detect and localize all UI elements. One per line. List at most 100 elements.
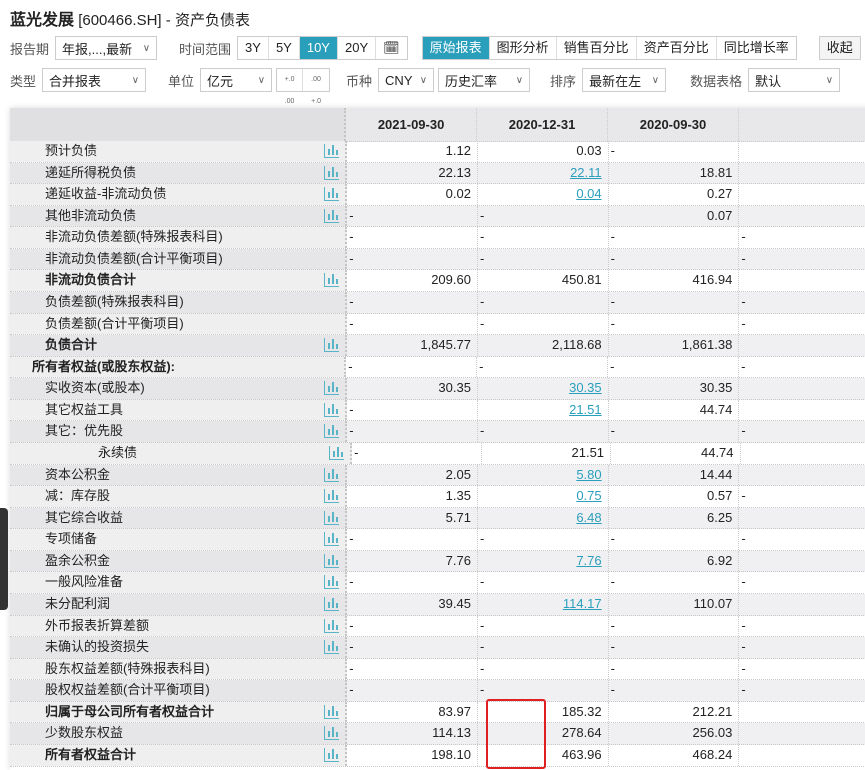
bar-chart-icon[interactable] [324,208,340,223]
rate-value: 历史汇率 [445,73,498,89]
bar-chart-icon[interactable] [324,747,340,762]
tab-sales-percent[interactable]: 销售百分比 [557,37,637,59]
bar-chart-icon[interactable] [329,445,345,460]
cell-value: - [354,444,359,460]
bar-chart-icon[interactable] [324,575,340,590]
bar-chart-icon[interactable] [324,467,340,482]
column-header[interactable]: 2020-09-30 [608,108,739,141]
value-cell: - [478,615,609,637]
cell-value: - [349,531,354,547]
tab-yoy-growth[interactable]: 同比增长率 [717,37,796,59]
bar-chart-icon[interactable] [324,402,340,417]
cell-value-link[interactable]: 114.17 [563,596,602,611]
cell-value-link[interactable]: 5.80 [576,467,601,482]
bar-chart-icon[interactable] [324,510,340,525]
value-cell: 0.57 [609,486,740,507]
cell-value-link[interactable]: 0.75 [576,488,601,503]
highlight-box [486,699,546,769]
cell-value-link[interactable]: 22.11 [570,165,602,180]
bar-chart-icon[interactable] [324,704,340,719]
increase-decimal-button[interactable]: +.0 .00 [277,69,304,105]
row-label: 非流动负债合计 [10,270,348,291]
row-label-text: 一般风险准备 [45,574,124,590]
bar-chart-icon[interactable] [324,381,340,396]
bar-chart-icon[interactable] [324,726,340,741]
row-label-text: 股权权益差额(合计平衡项目) [45,682,210,698]
table-row: 外币报表折算差额 - - - - [10,615,865,638]
format-label: 数据表格 [690,73,743,89]
bar-chart-icon[interactable] [324,144,340,158]
range-3y[interactable]: 3Y [238,37,269,59]
tab-raw-report[interactable]: 原始报表 [422,37,490,59]
row-label: 其它权益工具 [10,399,348,421]
bar-chart-icon[interactable] [324,338,340,353]
value-cell: - [739,659,865,680]
value-cell: - [478,529,609,550]
bar-chart-icon[interactable] [324,532,340,547]
cell-value-link[interactable]: 21.51 [569,402,602,417]
cell-value: 185.32 [561,703,602,719]
table-row: 递延收益-非流动负债 0.02 0.04 0.27 [10,184,865,206]
column-header[interactable]: 2021-09-30 [346,108,478,141]
cell-value: - [479,423,485,439]
sort-select[interactable]: 最新在左 ∨ [582,68,667,92]
currency-select[interactable]: CNY ∨ [378,68,435,92]
unit-select[interactable]: 亿元 ∨ [200,68,273,92]
value-cell: 7.76 [478,550,609,572]
collapse-button[interactable]: 收起 [818,36,861,60]
value-cell: - [609,572,740,593]
cell-value-link[interactable]: 6.48 [576,510,601,525]
cell-value: - [610,682,615,698]
cell-value: - [610,574,615,590]
value-cell: 1.12 [347,141,478,162]
cell-value-link[interactable]: 30.35 [569,380,602,395]
cell-value-link[interactable]: 0.04 [576,186,601,201]
bar-chart-icon[interactable] [324,618,340,633]
value-cell: 1,861.38 [609,335,740,356]
period-select[interactable]: 年报,...,最新 ∨ [55,36,158,60]
table-row: 股东权益差额(特殊报表科目) - - - - [10,658,865,681]
value-cell: 21.51 [478,399,609,421]
range-5y[interactable]: 5Y [269,37,300,59]
cell-value: - [610,315,615,331]
tab-asset-percent[interactable]: 资产百分比 [637,37,717,59]
column-header[interactable] [739,108,865,141]
table-row: 递延所得税负债 22.13 22.11 18.81 [10,162,865,185]
value-cell: - [478,205,609,227]
value-cell: - [739,421,865,442]
table-header: 2021-09-30 2020-12-31 2020-09-30 [10,108,865,142]
column-header[interactable]: 2020-12-31 [477,108,609,141]
row-label: 实收资本(或股本) [10,378,348,399]
range-10y[interactable]: 10Y [299,37,338,59]
cell-value-link[interactable]: 7.76 [576,553,601,568]
type-select[interactable]: 合并报表 ∨ [42,68,147,92]
range-20y[interactable]: 20Y [338,37,377,59]
row-label-text: 非流动负债合计 [45,272,137,288]
bar-chart-icon[interactable] [324,273,340,288]
row-label: 股东权益差额(特殊报表科目) [10,658,348,680]
bar-chart-icon[interactable] [324,187,340,202]
exchange-rate-select[interactable]: 历史汇率 ∨ [438,68,531,92]
value-cell: - [478,637,609,658]
cell-value: - [479,617,485,633]
value-cell: 1.35 [347,486,478,507]
bar-chart-icon[interactable] [324,165,340,180]
value-cell: 256.03 [609,723,740,744]
decrease-decimal-button[interactable]: .00 +.0 [303,69,329,105]
bar-chart-icon[interactable] [324,489,340,504]
value-cell: - [739,357,865,378]
table-row: 其它：优先股 - - - - [10,421,865,443]
value-cell: - [347,529,478,550]
format-select[interactable]: 默认 ∨ [748,68,841,92]
calendar-icon[interactable]: 🗓︎ [376,37,407,59]
chevron-down-icon: ∨ [651,74,660,86]
bar-chart-icon[interactable] [324,640,340,655]
bar-chart-icon[interactable] [324,596,340,611]
bar-chart-icon[interactable] [324,553,340,568]
side-collapse-handle[interactable] [0,508,8,610]
company-name: 蓝光发展 [10,12,75,29]
tab-chart-analysis[interactable]: 图形分析 [490,37,557,59]
value-cell: - [478,421,609,442]
bar-chart-icon[interactable] [324,424,340,439]
cell-value: - [610,660,615,676]
